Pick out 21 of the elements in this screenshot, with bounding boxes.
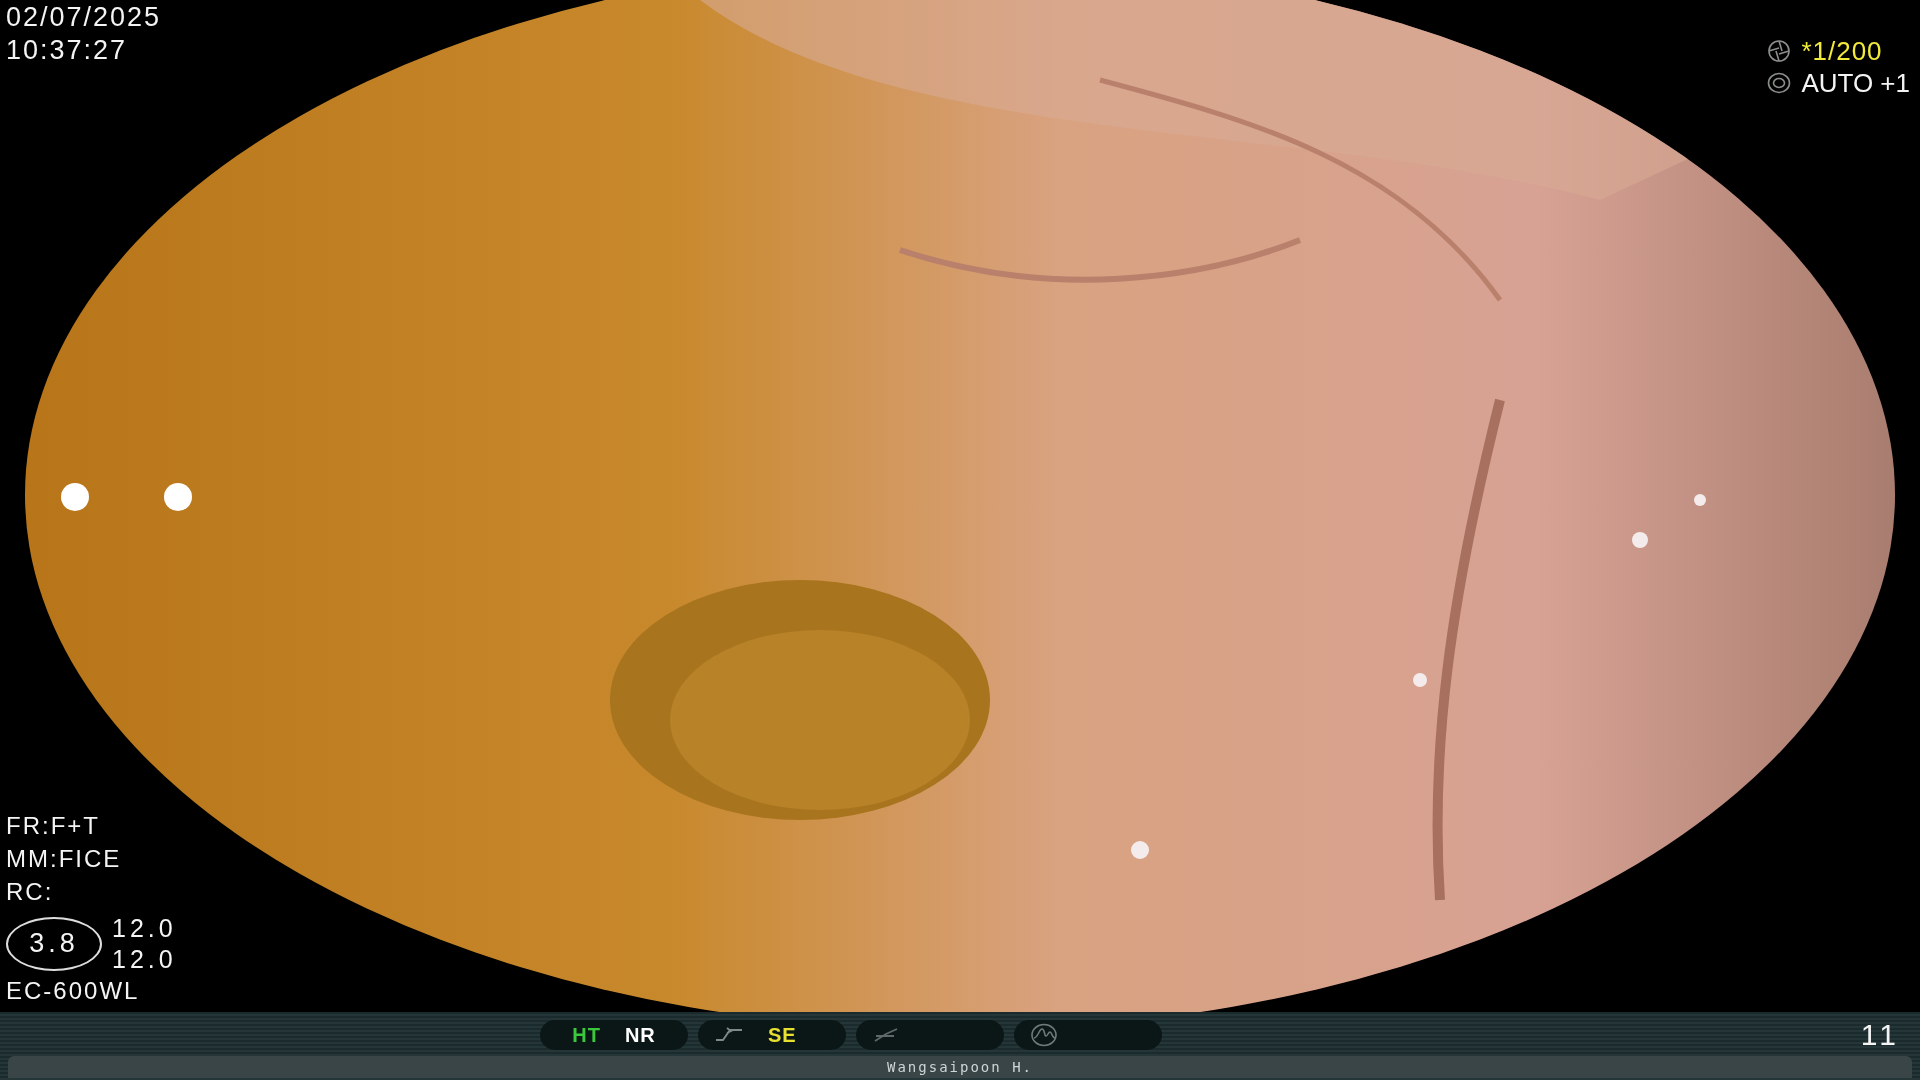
tone-curve-icon <box>714 1026 744 1044</box>
date-text: 02/07/2025 <box>6 2 163 32</box>
exposure-reading: AUTO +1 <box>1801 68 1910 98</box>
zoom-badge: 3.8 <box>6 916 102 971</box>
status-label: HT <box>572 1023 601 1047</box>
operator-name: Wangsaipoon H. <box>887 1058 1033 1076</box>
shutter-reading: *1/200 <box>1801 36 1883 66</box>
status-label: SE <box>768 1023 797 1047</box>
time-text: 10:37:27 <box>6 35 129 65</box>
iris-icon <box>1767 72 1792 94</box>
status-label: NR <box>624 1023 656 1047</box>
scope-model-text: EC-600WL <box>6 976 141 1006</box>
slash-curve-icon <box>872 1026 900 1044</box>
image-counter: 11 <box>1860 1018 1900 1052</box>
setting-text: RC: <box>6 877 55 907</box>
aperture-icon <box>1767 39 1792 63</box>
setting-text: MM:FICE <box>6 844 123 874</box>
setting-text: FR:F+T <box>6 811 101 841</box>
waveform-icon <box>1030 1023 1058 1047</box>
reading-text: 12.0 <box>112 914 177 942</box>
reading-text: 12.0 <box>112 945 177 973</box>
